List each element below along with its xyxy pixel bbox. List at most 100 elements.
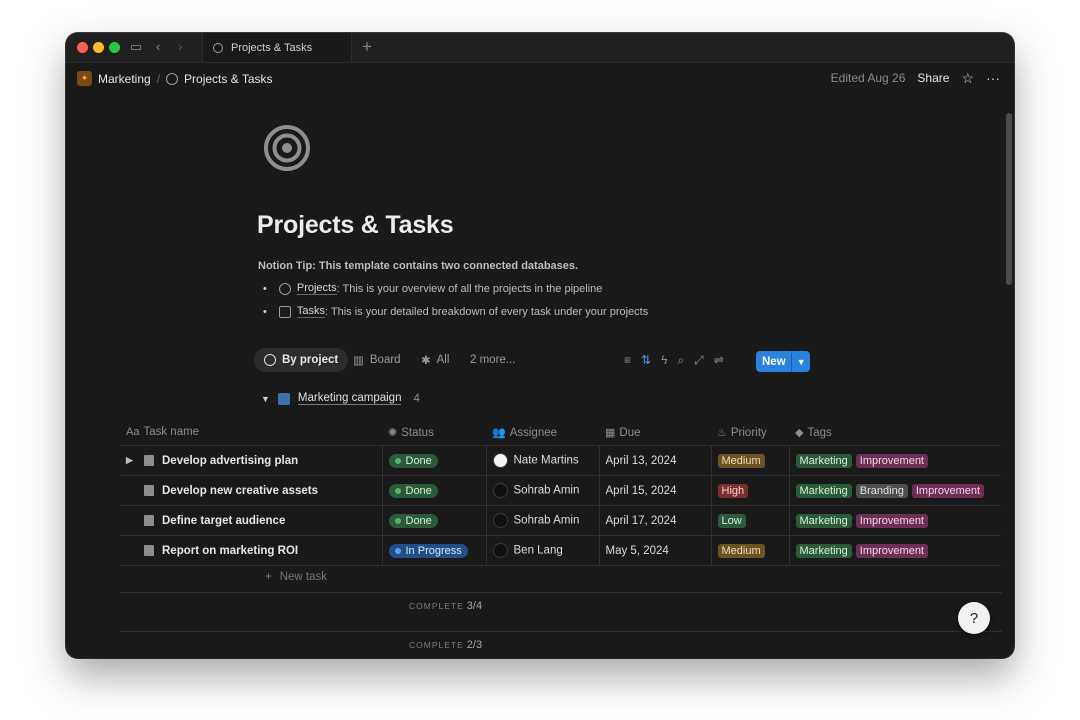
view-all[interactable]: ✱ All <box>421 348 449 372</box>
breadcrumb-page[interactable]: Projects & Tasks <box>184 72 272 86</box>
tag-badge[interactable]: Marketing <box>795 453 852 468</box>
tag-badge[interactable]: Marketing <box>795 513 852 528</box>
header-task-name[interactable]: Aa Task name <box>120 419 382 446</box>
caret-down-icon[interactable]: ▼ <box>261 394 270 404</box>
group-name[interactable]: Marketing campaign <box>297 392 402 405</box>
status-badge[interactable]: In Progress <box>388 543 468 558</box>
tag-badge[interactable]: Marketing <box>795 483 852 498</box>
header-assignee[interactable]: 👥 Assignee <box>486 419 599 446</box>
tags-cell[interactable]: Marketing Improvement <box>789 535 1001 566</box>
priority-cell[interactable]: Medium <box>711 445 790 476</box>
task-name[interactable]: Develop advertising plan <box>162 455 298 467</box>
minimize-window-button[interactable] <box>93 42 104 53</box>
priority-cell[interactable]: Low <box>711 505 790 536</box>
tags-cell[interactable]: Marketing Improvement <box>789 505 1001 536</box>
due-cell[interactable]: April 17, 2024 <box>599 505 712 536</box>
tag-badge[interactable]: Marketing <box>795 543 852 558</box>
task-name[interactable]: Define target audience <box>162 515 285 527</box>
tab-projects-tasks[interactable]: Projects & Tasks <box>202 33 352 62</box>
status-badge[interactable]: Done <box>388 453 438 468</box>
priority-cell[interactable]: High <box>711 475 790 506</box>
more-icon[interactable]: ··· <box>986 71 1000 85</box>
header-due[interactable]: ▦ Due <box>599 419 711 446</box>
header-priority[interactable]: ♨ Priority <box>711 419 789 446</box>
tag-badge[interactable]: Improvement <box>855 543 928 558</box>
status-cell[interactable]: Done <box>382 475 487 506</box>
expand-caret-icon[interactable]: ▶ <box>126 455 136 466</box>
priority-badge[interactable]: Medium <box>717 453 765 468</box>
new-task-button[interactable]: + New task <box>265 571 327 583</box>
tasks-link[interactable]: Tasks <box>296 305 325 318</box>
header-tags[interactable]: ◆ Tags <box>789 419 1001 446</box>
table-row[interactable]: Report on marketing ROI In Progress Ben … <box>120 535 1001 566</box>
tag-badge[interactable]: Improvement <box>911 483 985 498</box>
table-row[interactable]: Define target audience Done Sohrab Amin … <box>120 505 1001 536</box>
priority-badge[interactable]: High <box>717 483 749 498</box>
forward-arrow-icon[interactable]: › <box>178 39 182 54</box>
more-views-button[interactable]: 2 more... <box>470 348 515 372</box>
status-cell[interactable]: Done <box>382 445 487 476</box>
assignee-cell[interactable]: Sohrab Amin <box>486 475 600 506</box>
app-window: ▭ ‹ › Projects & Tasks + ✦ Marketing / P… <box>66 33 1014 658</box>
projects-link[interactable]: Projects <box>296 282 337 295</box>
table-row[interactable]: Develop new creative assets Done Sohrab … <box>120 475 1001 506</box>
sort-icon[interactable]: ⇅ <box>641 353 651 368</box>
lightning-icon[interactable]: ϟ <box>661 353 667 368</box>
tag-badge[interactable]: Improvement <box>855 453 928 468</box>
help-button[interactable]: ? <box>958 602 990 634</box>
table-row[interactable]: ▶ Develop advertising plan Done Nate Mar… <box>120 445 1001 476</box>
maximize-window-button[interactable] <box>109 42 120 53</box>
close-window-button[interactable] <box>77 42 88 53</box>
share-button[interactable]: Share <box>917 71 949 85</box>
assignee-name: Ben Lang <box>513 544 563 557</box>
due-cell[interactable]: April 15, 2024 <box>599 475 712 506</box>
title-bar: ▭ ‹ › Projects & Tasks + <box>66 33 1014 63</box>
sidebar-toggle-icon[interactable]: ▭ <box>130 39 142 55</box>
view-label: By project <box>282 354 339 366</box>
task-name[interactable]: Report on marketing ROI <box>162 545 298 557</box>
status-cell[interactable]: Done <box>382 505 487 536</box>
status-badge[interactable]: Done <box>388 483 438 498</box>
tags-cell[interactable]: Marketing Branding Improvement <box>789 475 1001 506</box>
back-arrow-icon[interactable]: ‹ <box>156 39 160 54</box>
group-header[interactable]: ▼ Marketing campaign 4 <box>261 392 420 405</box>
task-name-cell[interactable]: ▶ Develop advertising plan <box>120 445 383 476</box>
new-tab-icon[interactable]: + <box>362 37 372 57</box>
new-task-label: New task <box>279 571 328 583</box>
due-cell[interactable]: April 13, 2024 <box>599 445 712 476</box>
expand-icon[interactable]: ⤢ <box>694 353 704 368</box>
task-name-cell[interactable]: Develop new creative assets <box>120 475 383 506</box>
task-name-cell[interactable]: Report on marketing ROI <box>120 535 383 566</box>
due-cell[interactable]: May 5, 2024 <box>599 535 712 566</box>
assignee-cell[interactable]: Sohrab Amin <box>486 505 600 536</box>
assignee-cell[interactable]: Ben Lang <box>486 535 600 566</box>
task-name[interactable]: Develop new creative assets <box>162 485 318 497</box>
view-by-project[interactable]: By project <box>254 348 349 372</box>
filter-icon[interactable]: ≡ <box>624 353 631 368</box>
scrollbar[interactable] <box>1006 113 1012 285</box>
breadcrumb-workspace[interactable]: Marketing <box>98 72 151 86</box>
status-badge[interactable]: Done <box>388 513 438 528</box>
tab-title: Projects & Tasks <box>231 41 313 54</box>
assignee-cell[interactable]: Nate Martins <box>486 445 600 476</box>
chevron-down-icon[interactable]: ▼ <box>791 351 810 372</box>
search-icon[interactable]: ⌕ <box>677 353 684 368</box>
tag-badge[interactable]: Branding <box>855 483 908 498</box>
header-status[interactable]: ✺ Status <box>382 419 486 446</box>
priority-cell[interactable]: Medium <box>711 535 790 566</box>
priority-badge[interactable]: Low <box>717 513 746 528</box>
target-icon[interactable] <box>263 124 311 172</box>
task-name-cell[interactable]: Define target audience <box>120 505 383 536</box>
status-cell[interactable]: In Progress <box>382 535 487 566</box>
star-icon[interactable]: ☆ <box>961 71 974 85</box>
view-board[interactable]: ▥ Board <box>353 348 401 372</box>
page-icon <box>144 515 154 526</box>
header-label: Due <box>619 426 641 439</box>
tags-cell[interactable]: Marketing Improvement <box>789 445 1001 476</box>
avatar <box>492 453 508 468</box>
settings-icon[interactable]: ⇌ <box>714 353 724 368</box>
summary-value: 2/3 <box>466 639 483 651</box>
priority-badge[interactable]: Medium <box>717 543 765 558</box>
tag-badge[interactable]: Improvement <box>855 513 928 528</box>
new-button[interactable]: New ▼ <box>756 351 810 372</box>
